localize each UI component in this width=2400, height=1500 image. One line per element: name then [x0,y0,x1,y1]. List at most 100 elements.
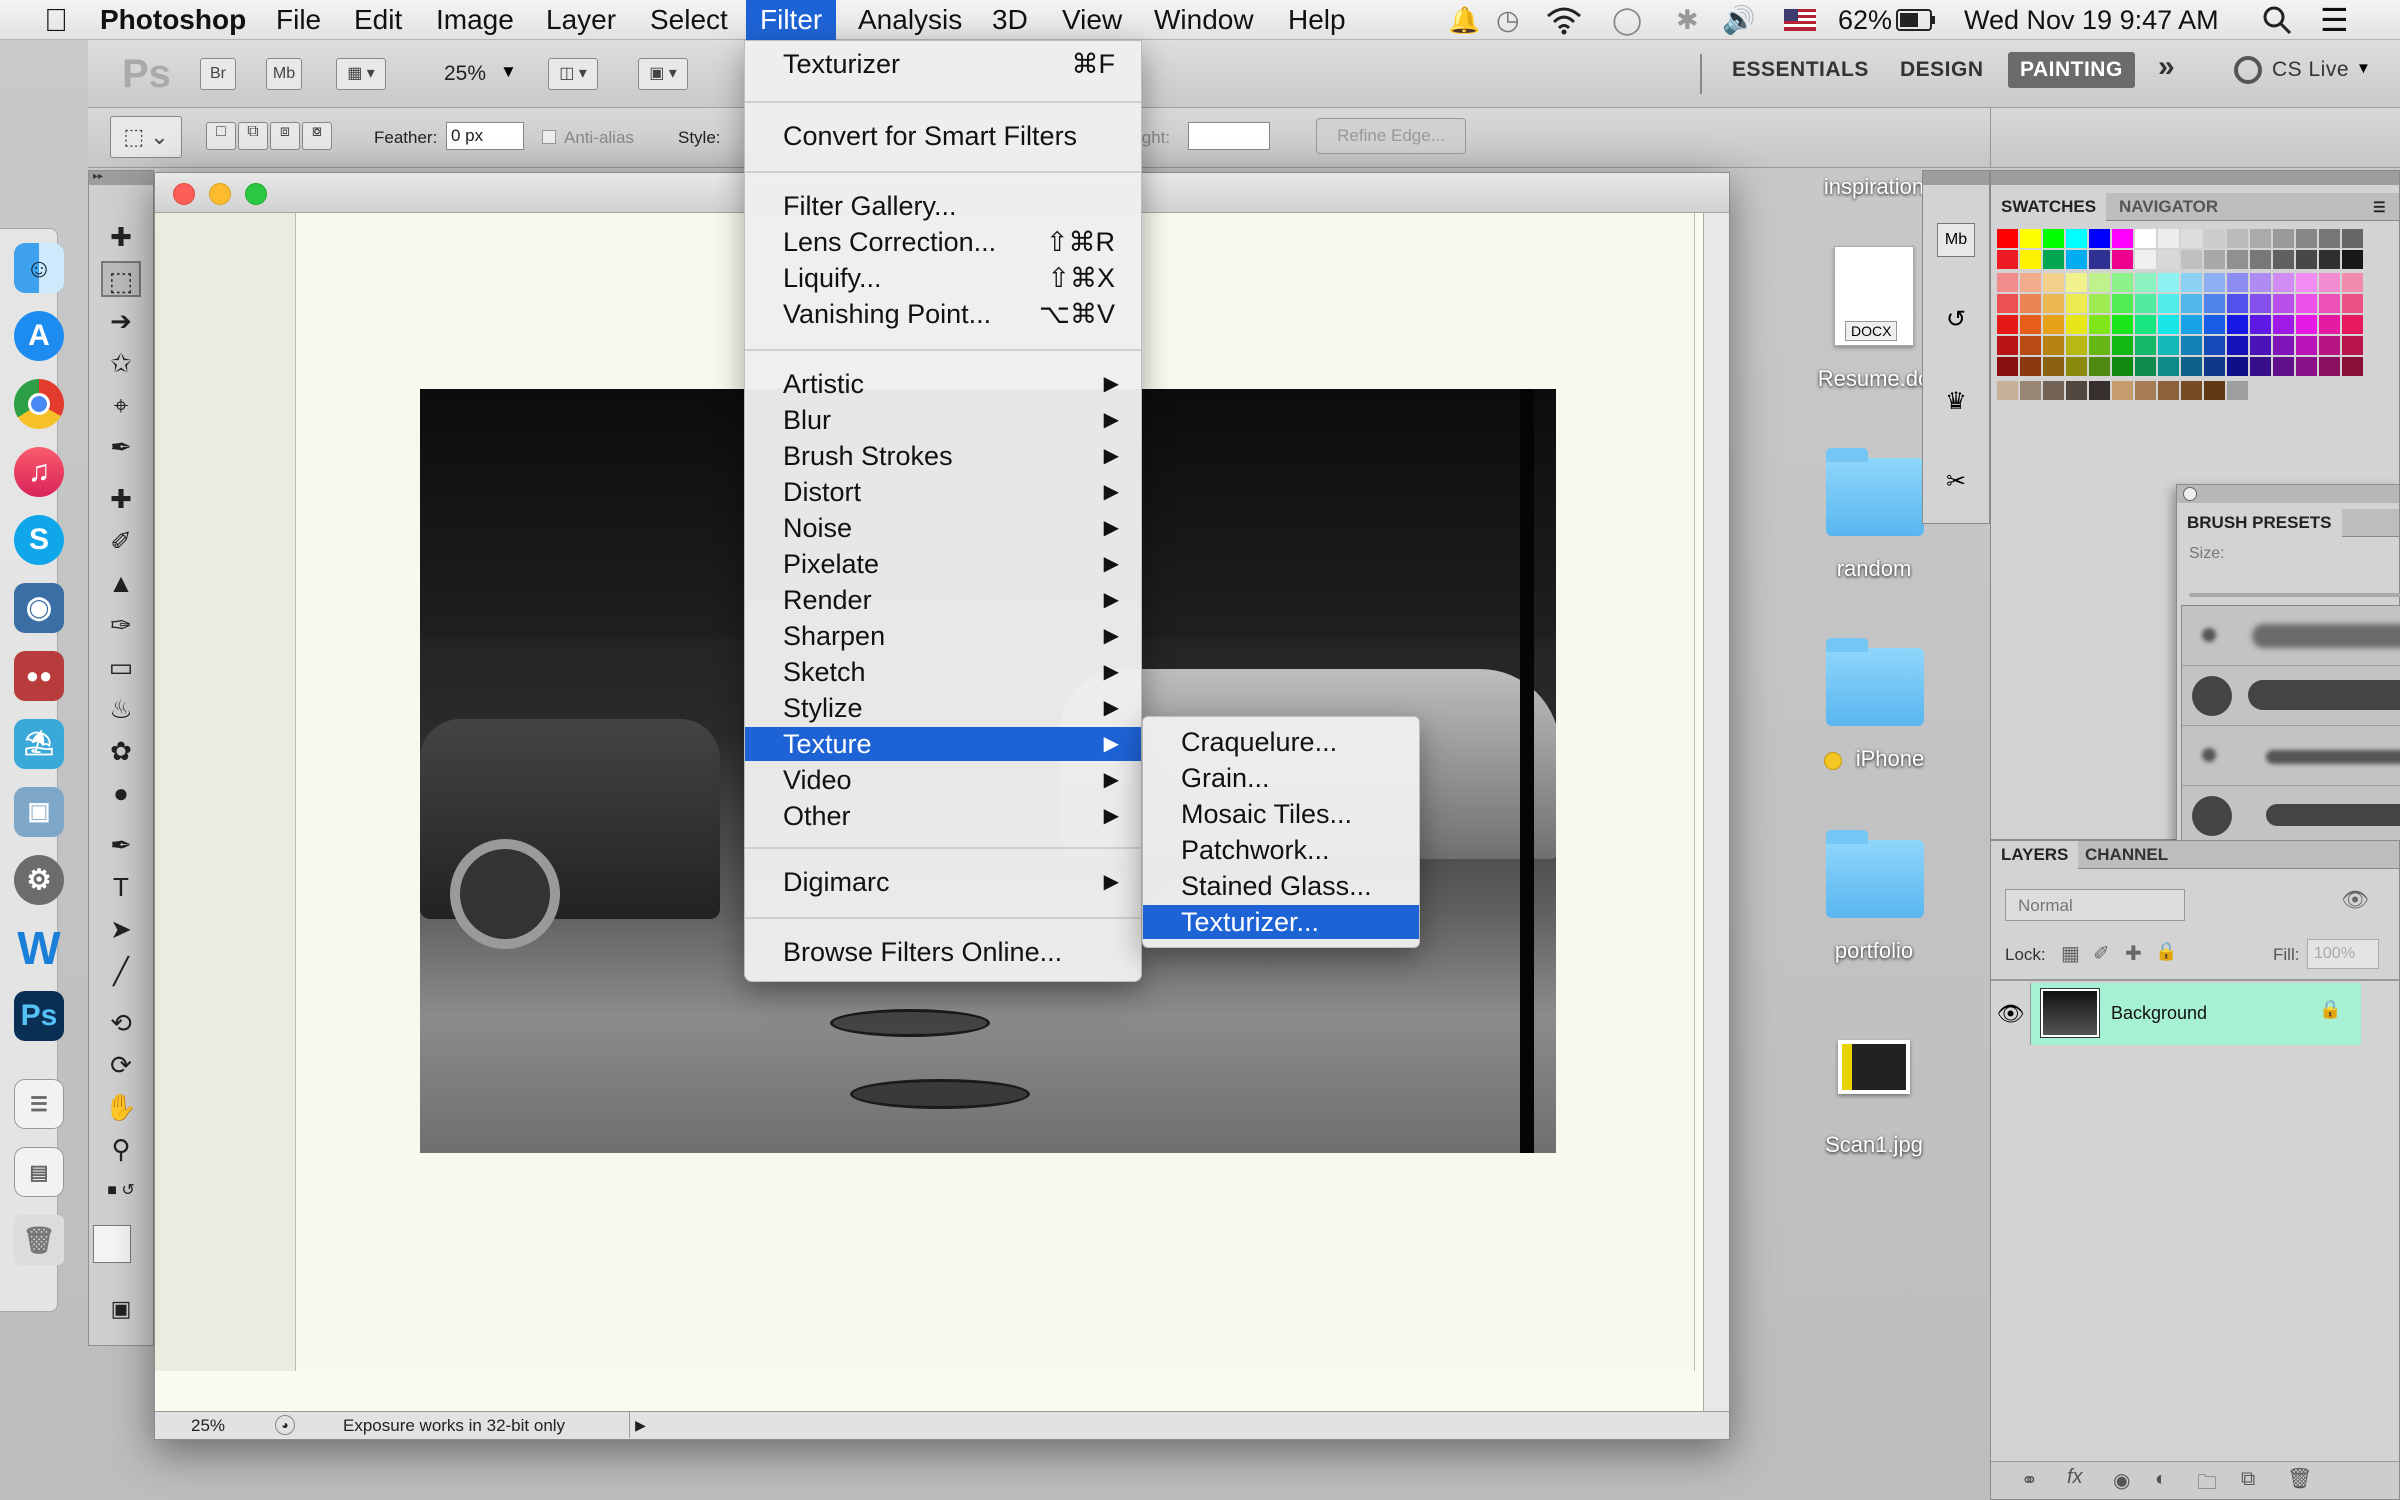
color-swatch[interactable] [2158,315,2179,334]
menu-app-name[interactable]: Photoshop [86,0,260,40]
desktop-icon-label[interactable]: Scan1.jpg [1794,1132,1954,1158]
color-swatch[interactable] [2227,357,2248,376]
view-extras-button[interactable]: ▦ ▾ [336,58,386,90]
eraser-tool-icon[interactable]: ▭ [101,649,141,685]
desktop-icon-label[interactable]: iPhone [1810,746,1970,772]
height-input[interactable] [1188,122,1270,150]
color-swatch[interactable] [2296,336,2317,355]
anti-alias-checkbox[interactable] [542,130,556,144]
color-swatch[interactable] [2181,357,2202,376]
bridge-button[interactable]: Br [200,58,236,90]
submenu-item-texturizer[interactable]: Texturizer... [1143,905,1419,939]
brush-list[interactable] [2181,605,2400,875]
clone-stamp-tool-icon[interactable]: ▲ [101,565,141,601]
path-selection-tool-icon[interactable]: ➤ [101,911,141,947]
chrome-icon[interactable] [14,379,64,429]
submenu-item-grain[interactable]: Grain... [1143,761,1419,795]
clone-source-panel-icon[interactable]: ♛ [1937,387,1975,421]
brush-size-slider[interactable] [2189,593,2400,597]
apple-icon[interactable]:  [30,0,82,40]
submenu-item-patchwork[interactable]: Patchwork... [1143,833,1419,867]
crop-tool-icon[interactable]: ⌖ [101,387,141,423]
color-swatch[interactable] [2227,381,2248,400]
color-swatch[interactable] [2296,357,2317,376]
lock-all-icon[interactable]: 🔒 [2155,941,2177,962]
color-swatch[interactable] [2273,294,2294,313]
color-swatch[interactable] [2181,294,2202,313]
color-swatch[interactable] [2135,273,2156,292]
color-swatch[interactable] [2066,229,2087,248]
color-swatch[interactable] [2089,357,2110,376]
color-swatch[interactable] [2342,315,2363,334]
color-swatch[interactable] [2319,336,2340,355]
menu-item-lens-correction[interactable]: Lens Correction... ⇧⌘R [745,225,1141,259]
menu-item-filter-gallery[interactable]: Filter Gallery... [745,189,1141,223]
color-swatch[interactable] [2250,273,2271,292]
delete-layer-icon[interactable]: 🗑 [2287,1466,2312,1491]
color-swatch[interactable] [2319,294,2340,313]
color-swatch[interactable] [1997,250,2018,269]
search-icon[interactable] [2262,0,2292,40]
workspace-design[interactable]: DESIGN [1900,58,1984,82]
color-swatch[interactable] [2135,336,2156,355]
submenu-item-craquelure[interactable]: Craquelure... [1143,725,1419,759]
document-stack-icon[interactable]: ☰ [14,1079,64,1129]
menu-item-sharpen[interactable]: Sharpen ▶ [745,619,1141,653]
adjustment-layer-icon[interactable]: ◐ [2155,1468,2167,1491]
color-swatch[interactable] [2135,294,2156,313]
layer-style-icon[interactable]: fx [2067,1466,2083,1489]
tools-collapse-icon[interactable]: ▸▸ [89,171,153,185]
color-swatch[interactable] [2204,381,2225,400]
color-swatch[interactable] [2342,229,2363,248]
color-swatch[interactable] [2250,357,2271,376]
color-swatch[interactable] [2043,381,2064,400]
color-swatch[interactable] [2066,315,2087,334]
battery-percent[interactable]: 62% [1838,0,1892,40]
lock-image-icon[interactable]: ✐ [2093,941,2110,966]
tool-preset-picker[interactable]: ⬚ ⌄ [110,116,182,158]
color-swatch[interactable] [1997,273,2018,292]
wifi-icon[interactable] [1546,0,1582,40]
trash-icon[interactable]: 🗑 [14,1215,64,1265]
menu-item-last-filter[interactable]: Texturizer ⌘F [745,47,1141,81]
color-swatch[interactable] [2020,315,2041,334]
quick-mask-icon[interactable]: ▣ [101,1291,141,1327]
workspace-essentials[interactable]: ESSENTIALS [1732,58,1869,82]
color-swatch[interactable] [2112,273,2133,292]
color-swatch[interactable] [2112,357,2133,376]
color-swatch[interactable] [2066,357,2087,376]
color-swatch[interactable] [2342,336,2363,355]
color-swatch[interactable] [2296,315,2317,334]
menu-item-sketch[interactable]: Sketch ▶ [745,655,1141,689]
folder-icon[interactable] [1826,448,1924,536]
color-swatch[interactable] [2135,229,2156,248]
foreground-color-swatch[interactable] [93,1225,131,1263]
docx-file-icon[interactable]: DOCX [1834,246,1914,346]
menu-item-convert-smart-filters[interactable]: Convert for Smart Filters [745,119,1141,153]
subtract-selection-button[interactable]: ⧈ [270,122,300,150]
color-swatch[interactable] [2319,273,2340,292]
lock-position-icon[interactable]: ✚ [2125,941,2142,966]
color-swatch[interactable] [2319,357,2340,376]
word-icon[interactable]: W [14,923,64,973]
color-swatch[interactable] [1997,381,2018,400]
cs-live-chevron-down-icon[interactable]: ▼ [2356,60,2371,77]
color-swatch[interactable] [2181,315,2202,334]
color-swatch[interactable] [2158,273,2179,292]
color-swatch[interactable] [2158,294,2179,313]
brush-preset-item[interactable] [2182,666,2400,726]
screen-mode-button[interactable]: ▣ ▾ [638,58,688,90]
menu-item-texture[interactable]: Texture ▶ [745,727,1141,761]
color-swatch[interactable] [2112,336,2133,355]
color-swatch[interactable] [2089,273,2110,292]
zoom-level[interactable]: 25% [444,62,486,86]
color-swatch[interactable] [2296,250,2317,269]
menu-item-brush-strokes[interactable]: Brush Strokes ▶ [745,439,1141,473]
battery-icon[interactable] [1896,0,1936,40]
color-swatch[interactable] [2204,250,2225,269]
finder-icon[interactable]: ☺ [14,243,64,293]
layer-mask-icon[interactable]: ◉ [2113,1468,2130,1493]
menu-help[interactable]: Help [1274,0,1360,40]
iphoto-icon[interactable]: ⛱ [14,719,64,769]
color-swatch[interactable] [2158,381,2179,400]
